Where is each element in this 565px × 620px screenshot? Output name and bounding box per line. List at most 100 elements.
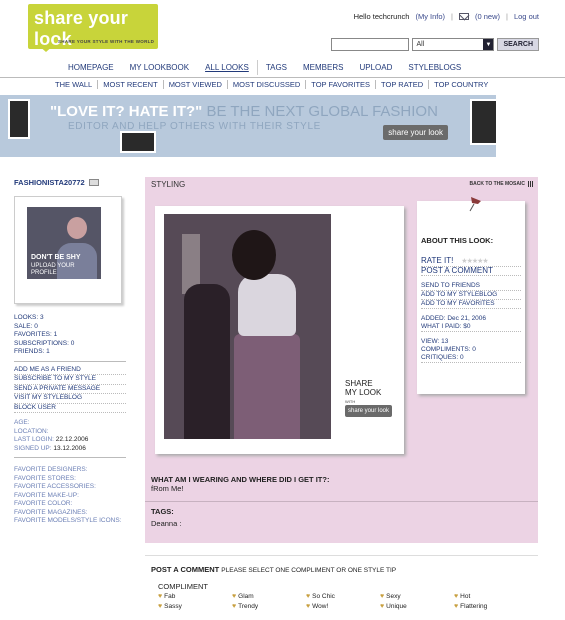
subnav-most-recent[interactable]: MOST RECENT bbox=[98, 80, 164, 89]
avatar-head bbox=[67, 217, 87, 239]
nav-homepage[interactable]: HOMEPAGE bbox=[60, 60, 122, 75]
nav-all-looks[interactable]: ALL LOOKS bbox=[197, 60, 258, 75]
logo[interactable]: share your look SHARE YOUR STYLE WITH TH… bbox=[28, 4, 158, 49]
compliment-option[interactable]: ♥ Glam bbox=[232, 593, 306, 600]
added-date: ADDED: Dec 21, 2006 bbox=[421, 315, 487, 322]
main-nav: HOMEPAGE MY LOOKBOOK ALL LOOKS TAGS MEMB… bbox=[60, 60, 469, 75]
compliment-option-label: Flattering bbox=[460, 603, 488, 610]
heart-icon: ♥ bbox=[380, 593, 385, 600]
compliment-option[interactable]: ♥ Sassy bbox=[158, 603, 232, 610]
username-text[interactable]: FASHIONISTA20772 bbox=[14, 178, 85, 187]
compliment-option[interactable]: ♥ So Chic bbox=[306, 593, 380, 600]
wearing-section: WHAT AM I WEARING AND WHERE DID I GET IT… bbox=[151, 475, 329, 493]
logo-speech-tail bbox=[38, 45, 54, 52]
look-panel: STYLING BACK TO THE MOSAIC SHARE MY LOOK… bbox=[145, 177, 538, 543]
add-to-styleblog-link[interactable]: ADD TO MY STYLEBLOG bbox=[421, 291, 521, 300]
messages-link[interactable]: (0 new) bbox=[475, 12, 500, 21]
logo-tagline: SHARE YOUR STYLE WITH THE WORLD bbox=[58, 39, 155, 44]
banner-headline-a: "LOVE IT? HATE IT?" bbox=[50, 103, 203, 120]
tags-heading: TAGS: bbox=[151, 507, 174, 516]
look-photo-card: SHARE MY LOOK WITH share your look bbox=[155, 206, 404, 454]
heart-icon: ♥ bbox=[232, 603, 237, 610]
compliment-option-label: Wow! bbox=[312, 603, 329, 610]
avatar[interactable]: DON'T BE SHY UPLOAD YOUR PROFILE bbox=[14, 196, 122, 304]
last-login: LAST LOGIN: 22.12.2006 bbox=[14, 436, 126, 445]
heart-icon: ♥ bbox=[232, 593, 237, 600]
compliment-option[interactable]: ♥ Trendy bbox=[232, 603, 306, 610]
fav-accessories: FAVORITE ACCESSORIES: bbox=[14, 483, 96, 490]
subscribe-link[interactable]: SUBSCRIBE TO MY STYLE bbox=[14, 375, 126, 385]
nav-my-lookbook[interactable]: MY LOOKBOOK bbox=[122, 60, 197, 75]
heart-icon: ♥ bbox=[158, 593, 163, 600]
subnav-the-wall[interactable]: THE WALL bbox=[50, 80, 99, 89]
divider: | bbox=[451, 12, 453, 21]
search-button[interactable]: SEARCH bbox=[497, 38, 539, 51]
compliment-option[interactable]: ♥ Flattering bbox=[454, 603, 528, 610]
nav-upload[interactable]: UPLOAD bbox=[351, 60, 400, 75]
search-scope-select[interactable]: All ▼ bbox=[412, 38, 495, 51]
page-title: STYLING bbox=[151, 180, 186, 189]
post-comment-link[interactable]: POST A COMMENT bbox=[421, 267, 521, 276]
profile-username: FASHIONISTA20772 bbox=[14, 178, 126, 187]
compliment-option[interactable]: ♥ Hot bbox=[454, 593, 528, 600]
about-look-card: ABOUT THIS LOOK: RATE IT! ★★★★★ POST A CO… bbox=[417, 197, 525, 394]
compliment-option[interactable]: ♥ Fab bbox=[158, 593, 232, 600]
nav-tags[interactable]: TAGS bbox=[258, 60, 295, 75]
profile-info: AGE: LOCATION: LAST LOGIN: 22.12.2006 SI… bbox=[14, 419, 126, 453]
pushpin-icon bbox=[469, 197, 481, 212]
back-to-mosaic-link[interactable]: BACK TO THE MOSAIC bbox=[470, 181, 534, 187]
compliment-option[interactable]: ♥ Sexy bbox=[380, 593, 454, 600]
chevron-down-icon[interactable]: ▼ bbox=[483, 39, 494, 50]
search-scope-value: All bbox=[416, 41, 425, 48]
subnav-most-discussed[interactable]: MOST DISCUSSED bbox=[228, 80, 307, 89]
sub-nav: THE WALL MOST RECENT MOST VIEWED MOST DI… bbox=[50, 80, 493, 89]
signed-up-label: SIGNED UP: bbox=[14, 444, 52, 452]
my-info-link[interactable]: (My Info) bbox=[415, 12, 445, 21]
subnav-most-viewed[interactable]: MOST VIEWED bbox=[164, 80, 228, 89]
add-to-favorites-link[interactable]: ADD TO MY FAVORITES bbox=[421, 300, 521, 309]
search-input[interactable] bbox=[331, 38, 410, 51]
nav-divider bbox=[0, 77, 565, 78]
send-to-friends-link[interactable]: SEND TO FRIENDS bbox=[421, 282, 521, 291]
stat-friends: FRIENDS: 1 bbox=[14, 348, 50, 355]
banner-photo bbox=[8, 99, 30, 139]
compliment-option[interactable]: ♥ Wow! bbox=[306, 603, 380, 610]
tags-text[interactable]: Deanna : bbox=[151, 519, 181, 528]
fav-makeup: FAVORITE MAKE-UP: bbox=[14, 491, 79, 499]
share-with: WITH bbox=[345, 399, 356, 404]
heart-icon: ♥ bbox=[158, 603, 163, 610]
compliment-option-label: Trendy bbox=[238, 603, 259, 610]
add-friend-link[interactable]: ADD ME AS A FRIEND bbox=[14, 366, 126, 375]
rating-stars[interactable]: ★★★★★ bbox=[461, 258, 488, 266]
last-login-value: 22.12.2006 bbox=[55, 436, 89, 443]
nav-members[interactable]: MEMBERS bbox=[295, 60, 351, 75]
subnav-top-favorites[interactable]: TOP FAVORITES bbox=[306, 80, 377, 89]
compliment-option-label: Fab bbox=[164, 593, 176, 600]
subnav-top-country[interactable]: TOP COUNTRY bbox=[429, 80, 493, 89]
compliment-option[interactable]: ♥ Unique bbox=[380, 603, 454, 610]
visit-styleblog-link[interactable]: VISIT MY STYLEBLOG bbox=[14, 394, 126, 404]
mail-icon[interactable] bbox=[459, 13, 469, 20]
about-title: ABOUT THIS LOOK: bbox=[421, 236, 494, 245]
divider: | bbox=[506, 12, 508, 21]
subnav-top-rated[interactable]: TOP RATED bbox=[376, 80, 430, 89]
grid-icon bbox=[528, 181, 534, 187]
private-message-link[interactable]: SEND A PRIVATE MESSAGE bbox=[14, 385, 126, 394]
look-photo[interactable] bbox=[164, 214, 331, 439]
id-card-icon[interactable] bbox=[88, 179, 99, 186]
stat-favorites: FAVORITES: 1 bbox=[14, 331, 58, 338]
wearing-text: fRom Me! bbox=[151, 484, 184, 493]
block-user-link[interactable]: BLOCK USER bbox=[14, 404, 126, 413]
divider bbox=[145, 501, 538, 502]
compliment-option-label: So Chic bbox=[312, 593, 335, 600]
nav-styleblogs[interactable]: STYLEBLOGS bbox=[400, 60, 469, 75]
logout-link[interactable]: Log out bbox=[514, 12, 539, 21]
wearing-heading: WHAT AM I WEARING AND WHERE DID I GET IT… bbox=[151, 475, 330, 484]
promo-banner[interactable]: "LOVE IT? HATE IT?" BE THE NEXT GLOBAL F… bbox=[0, 95, 496, 157]
age-label: AGE: bbox=[14, 419, 30, 426]
upload-profile-link[interactable]: UPLOAD YOUR PROFILE bbox=[31, 263, 93, 277]
critiques-count: CRITIQUES: 0 bbox=[421, 354, 521, 363]
compliment-option-label: Glam bbox=[238, 593, 254, 600]
greeting: Hello techcrunch bbox=[353, 12, 410, 21]
compliment-option-label: Sassy bbox=[164, 603, 182, 610]
